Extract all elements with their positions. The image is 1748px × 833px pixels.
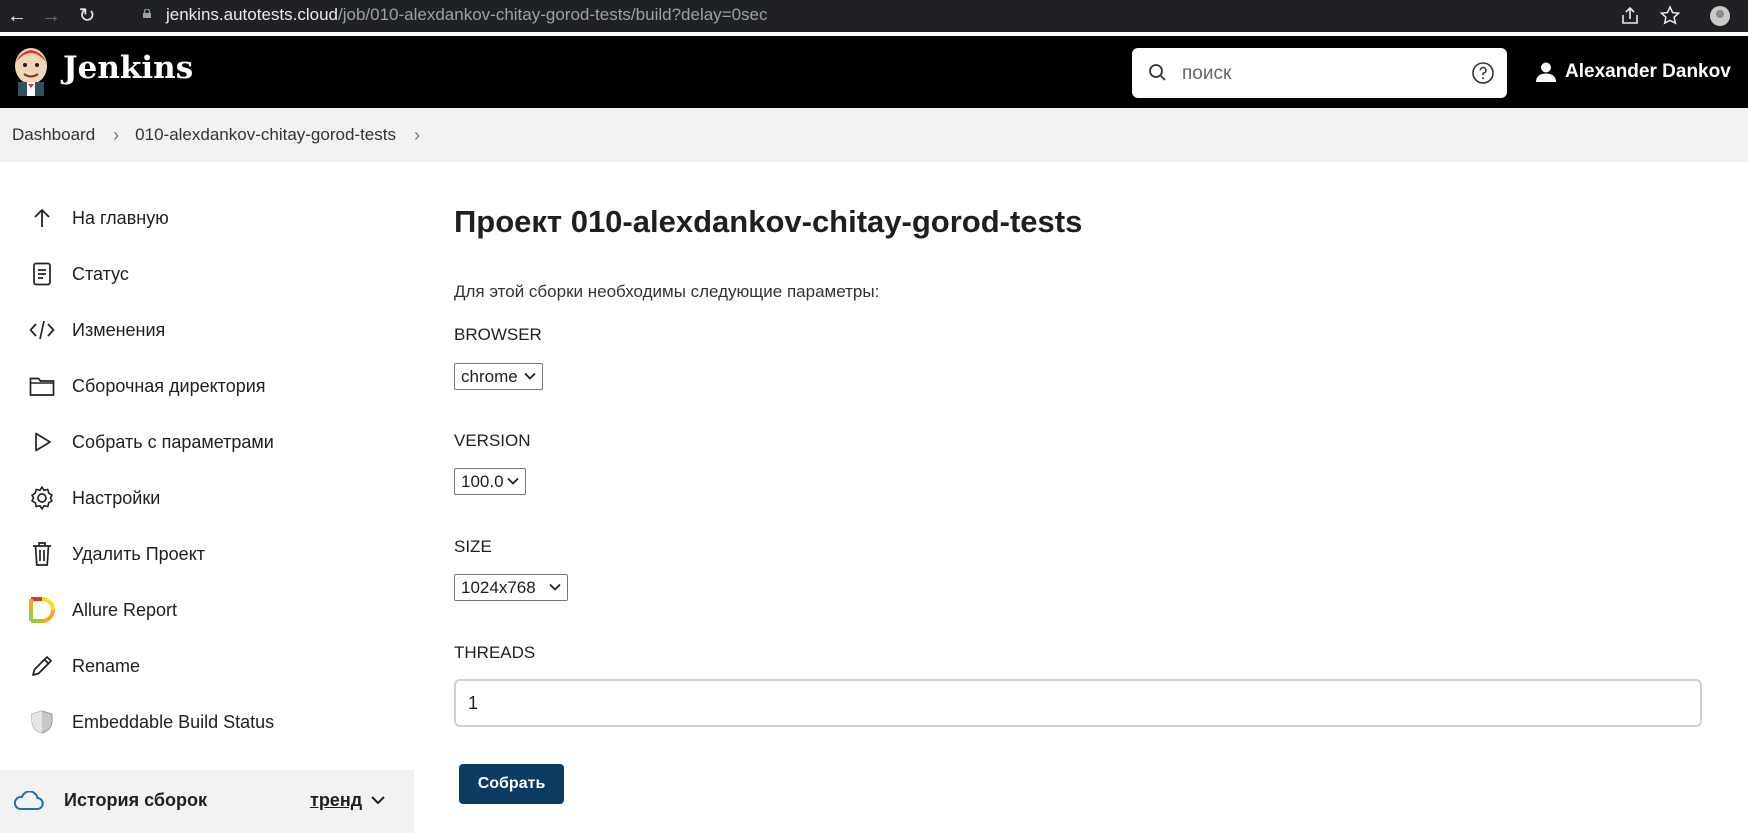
shield-icon — [28, 708, 56, 736]
chevron-right-icon[interactable]: › — [414, 125, 420, 146]
param-label-size: SIZE — [454, 537, 492, 556]
page-title: Проект 010-alexdankov-chitay-gorod-tests — [454, 204, 1083, 239]
pencil-icon — [28, 652, 56, 680]
url-path: /job/010-alexdankov-chitay-gorod-tests/b… — [338, 5, 768, 24]
user-menu[interactable]: Alexander Dankov — [1535, 58, 1731, 86]
sidebar-item-label: Настройки — [72, 487, 161, 508]
build-history-panel: История сборок тренд — [0, 770, 414, 833]
breadcrumb-job[interactable]: 010-alexdankov-chitay-gorod-tests — [135, 125, 396, 145]
sidebar-item-build-with-params[interactable]: Собрать с параметрами — [28, 422, 274, 462]
chevron-down-icon — [507, 477, 519, 485]
sidebar-item-delete-project[interactable]: Удалить Проект — [28, 534, 205, 574]
cloud-icon — [13, 791, 44, 810]
sidebar-item-workspace[interactable]: Сборочная директория — [28, 366, 266, 406]
size-select[interactable]: 1024x768 — [454, 574, 568, 601]
search-input[interactable] — [1182, 61, 1442, 87]
search-icon — [1149, 64, 1166, 81]
url-text[interactable]: jenkins.autotests.cloud/job/010-alexdank… — [166, 5, 768, 25]
reload-icon[interactable]: ↻ — [74, 3, 100, 29]
sidebar-item-changes[interactable]: Изменения — [28, 310, 165, 350]
search-box — [1132, 48, 1507, 98]
play-icon — [28, 428, 56, 456]
sidebar-item-allure-report[interactable]: Allure Report — [28, 590, 177, 630]
folder-icon — [28, 372, 56, 400]
params-intro-text: Для этой сборки необходимы следующие пар… — [454, 282, 880, 301]
share-icon[interactable] — [1618, 4, 1642, 28]
code-icon — [28, 316, 56, 344]
build-history-title: История сборок — [64, 790, 207, 810]
param-label-threads: THREADS — [454, 643, 536, 662]
sidebar: На главную Статус Изменения Сборочная ди… — [0, 162, 414, 833]
sidebar-item-label: Embeddable Build Status — [72, 711, 275, 732]
breadcrumb: Dashboard › 010-alexdankov-chitay-gorod-… — [0, 108, 1748, 162]
profile-avatar-icon[interactable] — [1708, 4, 1732, 28]
size-select-value: 1024x768 — [461, 577, 536, 597]
chevron-down-icon[interactable] — [370, 794, 386, 806]
user-name: Alexander Dankov — [1565, 61, 1731, 82]
param-label-version: VERSION — [454, 431, 531, 450]
build-button[interactable]: Собрать — [459, 764, 564, 804]
document-icon — [28, 260, 56, 288]
jenkins-header: Jenkins Alexander Dankov — [0, 36, 1748, 108]
sidebar-item-label: Статус — [72, 263, 129, 284]
user-icon — [1536, 62, 1556, 82]
version-select-value: 100.0 — [461, 471, 504, 491]
chevron-down-icon — [549, 583, 561, 591]
sidebar-item-embeddable-build-status[interactable]: Embeddable Build Status — [28, 702, 274, 742]
sidebar-item-label: Сборочная директория — [72, 375, 266, 396]
sidebar-item-label: Allure Report — [72, 599, 178, 620]
trash-icon — [28, 540, 56, 568]
bookmark-star-icon[interactable] — [1658, 4, 1682, 28]
sidebar-item-label: Rename — [72, 655, 141, 676]
arrow-up-icon — [28, 204, 56, 232]
breadcrumb-dashboard[interactable]: Dashboard — [12, 125, 95, 145]
sidebar-item-rename[interactable]: Rename — [28, 646, 140, 686]
chevron-right-icon: › — [113, 124, 120, 145]
jenkins-logo-icon[interactable] — [12, 44, 50, 96]
sidebar-item-label: Удалить Проект — [72, 543, 206, 564]
version-select[interactable]: 100.0 — [454, 468, 526, 495]
brand-name[interactable]: Jenkins — [63, 50, 193, 86]
sidebar-item-label: На главную — [72, 207, 169, 228]
build-history-trend-link[interactable]: тренд — [310, 790, 362, 811]
browser-select[interactable]: chrome — [454, 363, 543, 390]
param-label-browser: BROWSER — [454, 325, 542, 344]
sidebar-item-label: Изменения — [72, 319, 166, 340]
url-host: jenkins.autotests.cloud — [166, 5, 338, 24]
sidebar-item-status[interactable]: Статус — [28, 254, 129, 294]
lock-icon — [143, 9, 151, 18]
chevron-down-icon — [524, 372, 536, 380]
allure-icon — [28, 596, 56, 624]
browser-select-value: chrome — [461, 366, 518, 386]
sidebar-item-configure[interactable]: Настройки — [28, 478, 160, 518]
back-icon[interactable]: ← — [4, 3, 30, 29]
forward-icon[interactable]: → — [38, 3, 64, 29]
sidebar-item-home[interactable]: На главную — [28, 198, 169, 238]
threads-input[interactable] — [454, 679, 1702, 727]
help-icon[interactable] — [1471, 61, 1495, 85]
gear-icon — [28, 484, 56, 512]
sidebar-item-label: Собрать с параметрами — [72, 431, 274, 452]
browser-toolbar: ← → ↻ jenkins.autotests.cloud/job/010-al… — [0, 0, 1748, 32]
